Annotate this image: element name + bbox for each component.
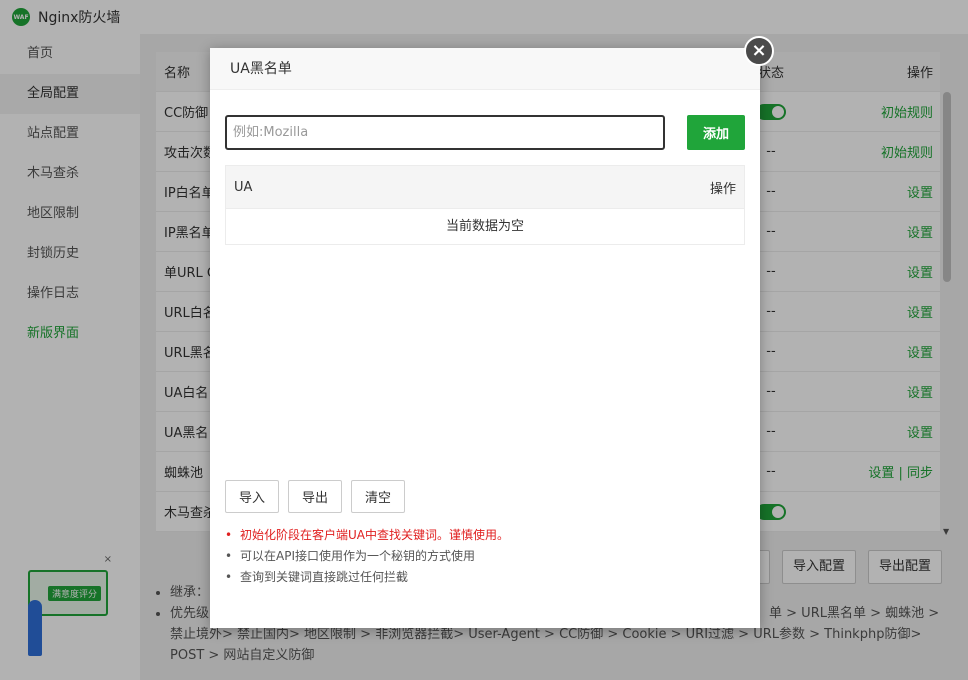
close-icon[interactable]: ×: [744, 36, 774, 66]
empty-state: 当前数据为空: [445, 219, 524, 234]
ua-table: UA 操作 当前数据为空: [225, 165, 745, 245]
ua-blacklist-dialog: UA黑名单 × 添加 UA 操作 当前数据为空 导入 导出 清空 初始化阶段在客…: [210, 36, 774, 628]
ua-input[interactable]: [225, 115, 665, 150]
header-ua: UA: [234, 179, 253, 195]
header-op: 操作: [709, 181, 736, 197]
dialog-title: UA黑名单: [210, 48, 760, 90]
add-button[interactable]: 添加: [687, 115, 745, 150]
import-button[interactable]: 导入: [225, 480, 280, 513]
tip-item: 查询到关键词直接跳过任何拦截: [225, 567, 745, 588]
clear-button[interactable]: 清空: [351, 480, 406, 513]
tips-list: 初始化阶段在客户端UA中查找关键词。谨慎使用。 可以在API接口使用作为一个秘钥…: [225, 525, 745, 588]
tip-item: 可以在API接口使用作为一个秘钥的方式使用: [225, 546, 745, 567]
dialog-actions: 导入 导出 清空: [225, 480, 406, 513]
tip-warning: 初始化阶段在客户端UA中查找关键词。谨慎使用。: [225, 525, 745, 546]
export-button[interactable]: 导出: [288, 480, 343, 513]
ua-table-header: UA 操作: [226, 166, 744, 209]
